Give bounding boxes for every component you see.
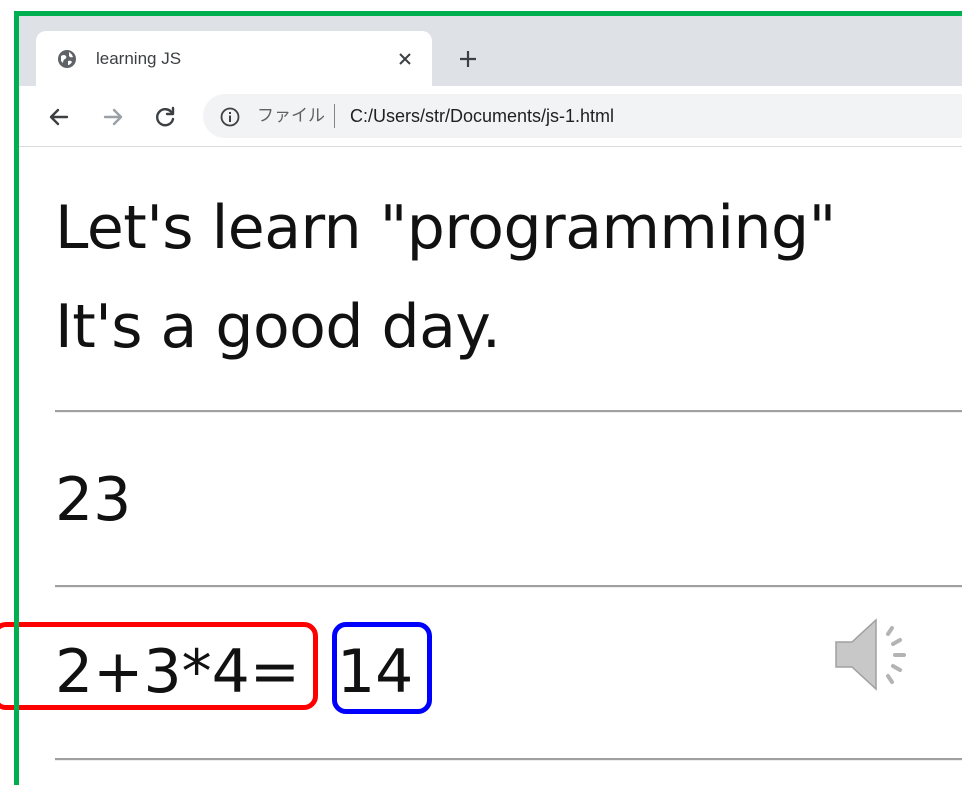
speaker-icon[interactable] [830, 612, 925, 697]
address-separator [334, 104, 335, 128]
heading-line-1: Let's learn "programming" [55, 193, 836, 263]
reload-icon[interactable] [151, 103, 179, 131]
slide-frame-left [14, 11, 19, 785]
result-highlight-box [332, 622, 432, 714]
url-text[interactable]: C:/Users/str/Documents/js-1.html [350, 101, 614, 131]
info-icon[interactable] [219, 106, 241, 128]
horizontal-rule [55, 585, 962, 588]
plus-icon[interactable] [454, 45, 482, 73]
forward-arrow-icon[interactable] [99, 103, 127, 131]
output-number: 23 [55, 465, 132, 535]
heading-line-2: It's a good day. [55, 292, 501, 362]
globe-icon [58, 50, 76, 68]
expression-highlight-box [0, 622, 318, 710]
slide-stage: learning JS ファイル C:/Users/str/Documents/… [0, 0, 962, 785]
tab-title: learning JS [96, 49, 182, 68]
back-arrow-icon[interactable] [45, 103, 73, 131]
slide-frame-top [14, 11, 962, 16]
close-icon[interactable] [393, 47, 417, 71]
scheme-label: ファイル [257, 106, 325, 126]
horizontal-rule [55, 758, 962, 761]
horizontal-rule [55, 410, 962, 413]
